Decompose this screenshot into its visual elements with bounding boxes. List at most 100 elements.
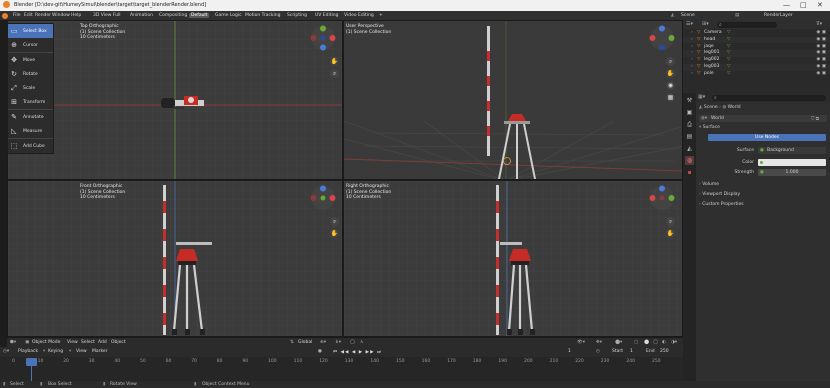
navigation-gizmo[interactable] [649,185,675,211]
playback-controls[interactable]: ⏮ ◀◀ ◀ ▶ ▶▶ ⏭ [333,349,382,355]
pole-front[interactable] [163,185,166,335]
expand-arrow-icon[interactable]: › [691,30,693,35]
tool-tab-icon[interactable]: ⚒ [685,96,694,105]
navigation-gizmo[interactable] [310,185,336,211]
tab-compositing[interactable]: Compositing [157,13,189,18]
camera-view-icon[interactable]: ◉ [666,81,675,90]
menu-select[interactable]: Select [81,340,95,345]
volume-section-header[interactable]: › Volume [699,182,719,187]
tool-scale[interactable]: ⤢ Scale [8,81,53,95]
proportional-edit-icon[interactable]: ◯ [350,340,355,345]
object-tab-icon[interactable]: ▪ [685,168,694,177]
pole-perspective[interactable] [487,26,490,156]
falloff-icon[interactable]: ∧ [360,340,363,345]
display-mode-icon[interactable]: ⊞▾ [702,21,709,27]
shading-solid-icon[interactable]: ⬤ [644,340,649,345]
surface-section-header[interactable]: ▾ Surface [699,125,720,130]
menu-render[interactable]: Render [35,13,51,18]
tool-rotate[interactable]: ↻ Rotate [8,67,53,81]
tab-3d-view-full[interactable]: 3D View Full [91,13,123,18]
tool-move[interactable]: ✥ Move [8,52,53,67]
expand-arrow-icon[interactable]: › [691,50,693,55]
pan-view-icon[interactable]: ✋ [666,229,675,238]
menu-view[interactable]: View [67,340,78,345]
viewport-user-perspective[interactable]: User Perspective (1) Scene Collection ⌕ … [343,20,683,180]
tab-game-logic[interactable]: Game Logic [213,13,244,18]
visibility-toggle-icon[interactable]: ◉ ▣ [816,71,826,76]
filter-icon[interactable]: ⊽▾ [816,21,822,27]
use-nodes-button[interactable]: Use Nodes [708,134,826,141]
navigation-gizmo[interactable] [310,25,336,51]
close-button[interactable]: ✕ [817,1,823,9]
maximize-button[interactable]: □ [800,1,807,9]
pan-view-icon[interactable]: ✋ [330,57,339,66]
expand-arrow-icon[interactable]: › [691,64,693,69]
outliner-item[interactable]: › ▽ head ▽ ◉ ▣ [683,36,830,44]
end-frame-field[interactable]: 250 [660,349,669,354]
menu-keying[interactable]: Keying [48,349,63,354]
visibility-toggle-icon[interactable]: ◉ ▣ [816,44,826,49]
zoom-view-icon[interactable]: ⌕ [330,217,339,226]
menu-window[interactable]: Window [52,13,70,18]
view-layer-tab-icon[interactable]: ▤ [685,132,694,141]
transform-orientation-selector[interactable]: Global [298,340,312,345]
expand-arrow-icon[interactable]: › [691,71,693,76]
properties-editor-icon[interactable]: ▦▾ [698,94,705,100]
tool-add-cube[interactable]: ⬚ Add Cube [8,138,53,153]
perspective-toggle-icon[interactable]: ▦ [666,93,675,102]
outliner-item[interactable]: › ▽ leg002 ▽ ◉ ▣ [683,57,830,64]
menu-view[interactable]: View [76,349,87,354]
outliner-editor-icon[interactable]: ☰▾ [686,21,693,27]
snap-icon[interactable]: ⋔▾ [335,340,341,345]
tool-transform[interactable]: ⊞ Transform [8,95,53,109]
shading-wireframe-icon[interactable]: ◯ [653,340,658,345]
menu-add[interactable]: Add [98,340,107,345]
viewport-front-orthographic[interactable]: Front Orthographic (1) Scene Collection … [7,180,343,337]
tab-uv-editing[interactable]: UV Editing [313,13,340,18]
mode-selector[interactable]: Object Mode [32,340,60,345]
current-frame-indicator[interactable] [26,358,37,366]
add-workspace-button[interactable]: + [377,13,385,18]
timeline-editor-icon[interactable]: ◷▾ [3,349,9,354]
outliner-item[interactable]: › ▽ Camera ▽ ◉ ▣ [683,30,830,37]
world-datablock-selector[interactable]: ◍▾ World ⛉ ⧉ [699,115,827,122]
visibility-icon[interactable]: 👁▾ [577,340,585,345]
scene-selector[interactable]: Scene [681,13,695,18]
pan-view-icon[interactable]: ✋ [330,229,339,238]
scene-tab-icon[interactable]: ◭ [685,144,694,153]
visibility-toggle-icon[interactable]: ◉ ▣ [816,50,826,55]
custom-properties-section-header[interactable]: › Custom Properties [699,202,744,207]
tab-default[interactable]: Default [189,12,210,18]
tool-cursor[interactable]: ⊕ Cursor [8,38,53,52]
visibility-toggle-icon[interactable]: ◉ ▣ [816,37,826,42]
tool-annotate[interactable]: ✎ Annotate [8,109,53,124]
color-swatch[interactable] [758,159,826,166]
tool-measure[interactable]: ◺ Measure [8,124,53,138]
expand-arrow-icon[interactable]: › [691,57,693,62]
tab-video-editing[interactable]: Video Editing [342,13,376,18]
outliner-item[interactable]: › ▽ leg001 ▽ ◉ ▣ [683,50,830,57]
strength-field[interactable]: ● 1.000 [758,169,826,176]
xray-toggle-icon[interactable]: ▢ [634,340,638,345]
menu-playback[interactable]: Playback [18,349,38,354]
visibility-toggle-icon[interactable]: ◉ ▣ [816,57,826,62]
navigation-gizmo[interactable] [649,25,675,51]
start-frame-field[interactable]: 1 [630,349,633,354]
timeline[interactable]: 0 10 20 30 40 50 60 70 80 90 100 110 120 130 140 150 160… [0,357,683,381]
tool-select-box[interactable]: ▭ Select Box [8,24,53,38]
shading-material-icon[interactable]: ◐ [662,340,666,345]
render-layer-selector[interactable]: RenderLayer [764,13,793,18]
expand-arrow-icon[interactable]: › [691,37,693,42]
fake-user-icon[interactable]: ⛉ ⧉ [811,116,819,122]
current-frame-field[interactable]: 1 [568,349,571,354]
pole-right[interactable] [496,185,499,335]
zoom-view-icon[interactable]: ✋ [666,69,675,78]
menu-file[interactable]: File [13,13,21,18]
outliner-search-input[interactable]: ⌕ [717,21,777,28]
shading-rendered-icon[interactable]: ◑▾ [671,340,677,345]
menu-object[interactable]: Object [111,340,126,345]
zoom-view-icon[interactable]: ⌕ [330,69,339,78]
minimize-button[interactable]: — [783,1,790,9]
render-tab-icon[interactable]: ▣ [685,108,694,117]
preview-range-icon[interactable]: ◷ [596,349,600,354]
